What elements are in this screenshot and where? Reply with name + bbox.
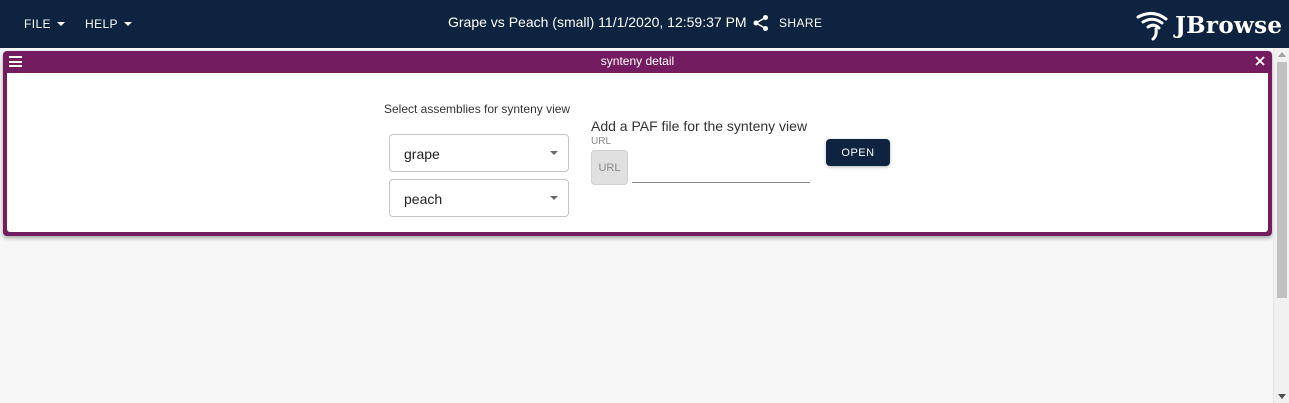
- jbrowse-logo: JBrowse: [1135, 9, 1282, 41]
- file-menu-button[interactable]: FILE: [24, 0, 65, 48]
- session-title: Grape vs Peach (small) 11/1/2020, 12:59:…: [448, 14, 747, 30]
- url-toggle-button[interactable]: URL: [591, 150, 628, 185]
- caret-down-icon: [550, 196, 558, 200]
- logo-text: JBrowse: [1175, 11, 1283, 39]
- url-field-label: URL: [591, 136, 612, 147]
- assembly-select-1-value: grape: [404, 146, 440, 162]
- synteny-view-panel: synteny detail Select assemblies for syn…: [3, 51, 1272, 236]
- assembly-select-2[interactable]: peach: [389, 179, 569, 217]
- assembly-select-2-value: peach: [404, 191, 443, 207]
- import-form: Select assemblies for synteny view grape…: [7, 73, 1268, 232]
- caret-down-icon: [123, 22, 132, 26]
- scrollbar-thumb[interactable]: [1277, 62, 1287, 298]
- app-bar: FILE HELP Grape vs Peach (small) 11/1/20…: [0, 0, 1289, 48]
- assembly-select-label: Select assemblies for synteny view: [384, 102, 571, 116]
- caret-down-icon: [550, 151, 558, 155]
- help-menu-button[interactable]: HELP: [85, 0, 132, 48]
- url-input[interactable]: [632, 153, 810, 183]
- open-button[interactable]: OPEN: [826, 139, 890, 166]
- view-title: synteny detail: [600, 54, 675, 68]
- close-icon[interactable]: [1253, 54, 1267, 68]
- jbrowse-logo-icon: [1136, 12, 1168, 41]
- help-menu-label: HELP: [85, 17, 118, 31]
- vertical-scrollbar[interactable]: [1273, 48, 1289, 403]
- scroll-down-arrow-icon[interactable]: [1278, 394, 1286, 399]
- share-label: SHARE: [779, 16, 823, 30]
- file-menu-label: FILE: [24, 17, 51, 31]
- view-header: synteny detail: [3, 51, 1272, 72]
- share-icon: [753, 15, 768, 31]
- share-button[interactable]: SHARE: [752, 14, 822, 32]
- caret-down-icon: [56, 22, 65, 26]
- scroll-up-arrow-icon[interactable]: [1278, 52, 1286, 57]
- assembly-select-1[interactable]: grape: [389, 134, 569, 172]
- paf-file-label: Add a PAF file for the synteny view: [591, 118, 808, 134]
